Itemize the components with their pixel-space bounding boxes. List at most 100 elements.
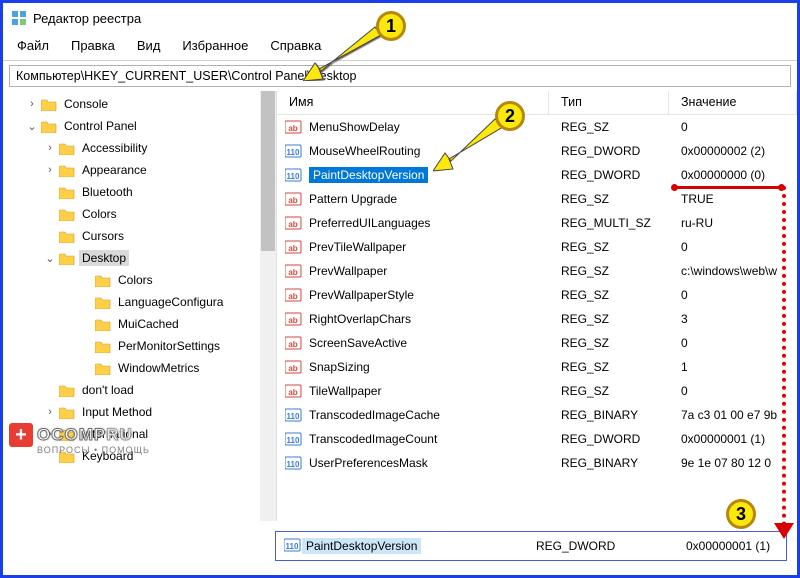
address-bar[interactable]: Компьютер\HKEY_CURRENT_USER\Control Pane… (9, 65, 791, 87)
value-type: REG_SZ (549, 192, 669, 206)
tree-item[interactable]: ›Accessibility (3, 137, 276, 159)
registry-value-row[interactable]: abRightOverlapCharsREG_SZ3 (277, 307, 797, 331)
tree-expander-icon[interactable]: › (43, 142, 57, 154)
string-value-icon: ab (285, 287, 303, 303)
registry-value-row[interactable]: abPrevWallpaperREG_SZc:\windows\web\w (277, 259, 797, 283)
tree-item[interactable]: ›Input Method (3, 401, 276, 423)
tree-item-label: don't load (79, 382, 137, 398)
watermark-subtitle: ВОПРОСЫ • ПОМОЩЬ (37, 445, 150, 455)
window-title: Редактор реестра (33, 11, 141, 26)
svg-text:ab: ab (288, 244, 297, 253)
value-data: 9e 1e 07 80 12 0 (669, 456, 797, 470)
dotted-connector (782, 186, 786, 526)
callout-3: 3 (726, 499, 756, 529)
registry-value-row[interactable]: abPrevTileWallpaperREG_SZ0 (277, 235, 797, 259)
registry-value-row[interactable]: abMenuShowDelayREG_SZ0 (277, 115, 797, 139)
folder-icon (95, 317, 111, 331)
svg-text:110: 110 (287, 172, 300, 181)
tree-item[interactable]: › Appearance (3, 159, 276, 181)
tree-item-label: Colors (79, 206, 120, 222)
main-split: ›Console⌄Control Panel›Accessibility›App… (3, 91, 797, 521)
tree-item-label: Desktop (79, 250, 129, 266)
value-data: 1 (669, 360, 797, 374)
folder-icon (41, 97, 57, 111)
app-window: Редактор реестра Файл Правка Вид Избранн… (0, 0, 800, 578)
value-name: PrevWallpaper (309, 264, 387, 278)
list-pane: Имя Тип Значение abMenuShowDelayREG_SZ01… (277, 91, 797, 521)
tree-expander-icon[interactable]: ⌄ (25, 120, 39, 133)
registry-value-row[interactable]: abTileWallpaperREG_SZ0 (277, 379, 797, 403)
registry-value-row[interactable]: 110TranscodedImageCacheREG_BINARY7a c3 0… (277, 403, 797, 427)
svg-text:ab: ab (288, 340, 297, 349)
registry-value-row[interactable]: abPattern UpgradeREG_SZTRUE (277, 187, 797, 211)
value-type: REG_BINARY (549, 456, 669, 470)
string-value-icon: ab (285, 383, 303, 399)
folder-icon (95, 361, 111, 375)
folder-icon (59, 405, 75, 419)
registry-value-row[interactable]: abScreenSaveActiveREG_SZ0 (277, 331, 797, 355)
tree-item[interactable]: Bluetooth (3, 181, 276, 203)
value-data: 0 (669, 384, 797, 398)
tree-scrollbar[interactable] (260, 91, 276, 521)
folder-icon (95, 295, 111, 309)
tree-item-label: Colors (115, 272, 156, 288)
registry-value-row[interactable]: abPreferredUILanguagesREG_MULTI_SZru-RU (277, 211, 797, 235)
watermark-brand: OCOMP (37, 425, 106, 444)
value-data: TRUE (669, 192, 797, 206)
tree-item-label: Appearance (79, 162, 150, 178)
tree-item-label: Bluetooth (79, 184, 136, 200)
registry-value-row[interactable]: 110PaintDesktopVersionREG_DWORD0x0000000… (277, 163, 797, 187)
tree-expander-icon[interactable]: › (43, 406, 57, 418)
tree-item[interactable]: PerMonitorSettings (3, 335, 276, 357)
registry-value-row[interactable]: abSnapSizingREG_SZ1 (277, 355, 797, 379)
tree-item[interactable]: don't load (3, 379, 276, 401)
edited-value-row: 110 PaintDesktopVersion REG_DWORD 0x0000… (275, 531, 787, 561)
svg-text:110: 110 (287, 412, 300, 421)
registry-value-row[interactable]: 110MouseWheelRoutingREG_DWORD0x00000002 … (277, 139, 797, 163)
string-value-icon: ab (285, 119, 303, 135)
col-header-value[interactable]: Значение (669, 91, 797, 114)
svg-text:ab: ab (288, 292, 297, 301)
tree-item[interactable]: Colors (3, 203, 276, 225)
folder-icon (59, 251, 75, 265)
tree-item[interactable]: Cursors (3, 225, 276, 247)
value-name: TileWallpaper (309, 384, 381, 398)
callout-2: 2 (495, 101, 525, 131)
tree-item[interactable]: ⌄ Desktop (3, 247, 276, 269)
tree-expander-icon[interactable]: › (43, 164, 57, 176)
registry-value-row[interactable]: 110UserPreferencesMaskREG_BINARY9e 1e 07… (277, 451, 797, 475)
menu-view[interactable]: Вид (127, 35, 171, 56)
menu-file[interactable]: Файл (7, 35, 59, 56)
binary-value-icon: 110 (285, 143, 303, 159)
tree-item[interactable]: LanguageConfigura (3, 291, 276, 313)
edited-value-name[interactable]: PaintDesktopVersion (302, 538, 421, 554)
value-name: Pattern Upgrade (309, 192, 397, 206)
tree-item-label: Control Panel (61, 118, 140, 134)
tree-item-label: Cursors (79, 228, 127, 244)
value-name: PreferredUILanguages (309, 216, 430, 230)
registry-value-row[interactable]: abPrevWallpaperStyleREG_SZ0 (277, 283, 797, 307)
col-header-type[interactable]: Тип (549, 91, 669, 114)
tree-item[interactable]: WindowMetrics (3, 357, 276, 379)
tree-scroll-thumb[interactable] (261, 91, 275, 251)
folder-icon (59, 163, 75, 177)
value-type: REG_DWORD (549, 144, 669, 158)
tree-expander-icon[interactable]: ⌄ (43, 252, 57, 265)
value-name: RightOverlapChars (309, 312, 411, 326)
dotted-arrowhead (772, 521, 796, 541)
svg-text:110: 110 (286, 542, 299, 551)
tree-item[interactable]: › Console (3, 93, 276, 115)
callout-1: 1 (376, 11, 406, 41)
menu-favorites[interactable]: Избранное (172, 35, 258, 56)
value-name: PrevWallpaperStyle (309, 288, 414, 302)
tree-item[interactable]: MuiCached (3, 313, 276, 335)
string-value-icon: ab (285, 263, 303, 279)
value-name: UserPreferencesMask (309, 456, 428, 470)
tree-expander-icon[interactable]: › (25, 98, 39, 110)
tree-item[interactable]: ⌄ Control Panel (3, 115, 276, 137)
tree-item-label: MuiCached (115, 316, 182, 332)
tree-item[interactable]: Colors (3, 269, 276, 291)
menu-edit[interactable]: Правка (61, 35, 125, 56)
registry-value-row[interactable]: 110TranscodedImageCountREG_DWORD0x000000… (277, 427, 797, 451)
tree-item-label: Console (61, 96, 111, 112)
